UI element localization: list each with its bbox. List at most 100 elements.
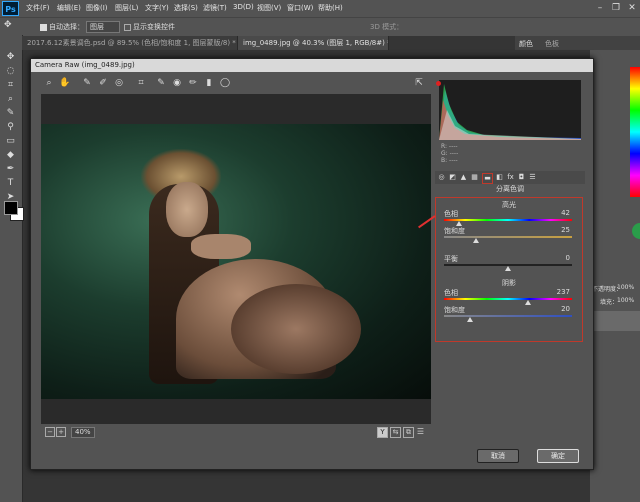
settings-toggle-icon[interactable]: ☰	[416, 427, 425, 436]
tab-color[interactable]: 颜色	[519, 39, 533, 49]
target-adjust-icon[interactable]: ◎	[113, 77, 125, 89]
crop-icon[interactable]: ⌗	[4, 79, 17, 92]
ok-button[interactable]: 确定	[537, 449, 579, 463]
highlights-saturation-value[interactable]: 25	[561, 226, 570, 234]
text-icon[interactable]: T	[4, 177, 17, 190]
zoom-level-dropdown[interactable]: 40%	[71, 427, 95, 438]
detail-icon[interactable]: ▲	[459, 173, 468, 182]
crop-icon[interactable]: ⌗	[135, 77, 147, 89]
show-transform-label: 显示变换控件	[133, 23, 175, 31]
tone-curve-icon[interactable]: ◩	[448, 173, 457, 182]
shadows-saturation-value[interactable]: 20	[561, 305, 570, 313]
tab-jpg-document[interactable]: img_0489.jpg @ 40.3% (图层 1, RGB/8#) *	[238, 36, 389, 50]
auto-select-dropdown[interactable]: 图层	[86, 21, 120, 33]
hand-icon[interactable]: ✋	[59, 77, 71, 89]
split-toning-controls: 高光 色相 42 饱和度 25 平衡 0 阴影 色相 237 饱和度 20	[435, 197, 583, 342]
zoom-out-icon[interactable]: −	[45, 427, 55, 437]
close-icon[interactable]: ✕	[624, 0, 640, 17]
color-sampler-icon[interactable]: ✐	[97, 77, 109, 89]
pen-icon[interactable]: ✒	[4, 163, 17, 176]
shadows-header: 阴影	[502, 279, 516, 287]
zoom-icon[interactable]: ⌕	[43, 77, 55, 89]
bucket-icon[interactable]: ◆	[4, 149, 17, 162]
minimize-icon[interactable]: –	[592, 0, 608, 17]
stamp-icon[interactable]: ⚲	[4, 121, 17, 134]
face-shape	[166, 182, 208, 237]
rgb-readout: R: ---- G: ---- B: ----	[441, 143, 581, 171]
brush-icon[interactable]: ✎	[4, 107, 17, 120]
copy-settings-icon[interactable]: ⧉	[403, 427, 414, 438]
eraser-icon[interactable]: ▭	[4, 135, 17, 148]
tab-psd-document[interactable]: 2017.6.12素景调色.psd @ 89.5% (色相/饱和度 1, 图层蒙…	[22, 36, 238, 50]
highlights-saturation-label: 饱和度	[444, 227, 465, 235]
cancel-button[interactable]: 取消	[477, 449, 519, 463]
menu-layer[interactable]: 图层(L)	[115, 3, 138, 13]
before-after-y-icon[interactable]: Y	[377, 427, 388, 438]
spot-removal-icon[interactable]: ✎	[155, 77, 167, 89]
menu-3d[interactable]: 3D(D)	[233, 3, 254, 11]
shadows-saturation-slider[interactable]	[444, 315, 572, 317]
opacity-value[interactable]: 100%	[617, 284, 634, 291]
hsl-icon[interactable]: ▦	[470, 173, 479, 182]
auto-select-checkbox[interactable]: 自动选择：	[40, 22, 84, 32]
balance-value[interactable]: 0	[566, 254, 570, 262]
fill-value[interactable]: 100%	[617, 297, 634, 304]
photoshop-logo: Ps	[2, 1, 19, 16]
balance-thumb[interactable]	[505, 266, 511, 271]
open-preferences-icon[interactable]: ⇱	[413, 77, 425, 89]
radial-filter-icon[interactable]: ◯	[219, 77, 231, 89]
graduated-filter-icon[interactable]: ▮	[203, 77, 215, 89]
panel-title: 分离色调	[435, 184, 585, 194]
white-balance-icon[interactable]: ✎	[81, 77, 93, 89]
adjust-brush-icon[interactable]: ✏	[187, 77, 199, 89]
camera-calibration-icon[interactable]: ◘	[517, 173, 526, 182]
menu-window[interactable]: 窗口(W)	[287, 3, 313, 13]
red-eye-icon[interactable]: ◉	[171, 77, 183, 89]
highlights-hue-slider[interactable]	[444, 219, 572, 221]
highlights-hue-label: 色相	[444, 210, 458, 218]
color-spectrum[interactable]	[630, 67, 640, 197]
menu-file[interactable]: 文件(F)	[26, 3, 50, 13]
shadows-hue-slider[interactable]	[444, 298, 572, 300]
fx-icon[interactable]: fx	[506, 173, 515, 182]
restore-icon[interactable]: ❐	[608, 0, 624, 17]
balance-label: 平衡	[444, 255, 458, 263]
move-tool-icon[interactable]: ✥	[4, 20, 12, 30]
menu-help[interactable]: 帮助(H)	[318, 3, 343, 13]
basic-icon[interactable]: ◎	[437, 173, 446, 182]
lasso-icon[interactable]: ◌	[4, 65, 17, 78]
highlights-saturation-slider[interactable]	[444, 236, 572, 238]
menu-type[interactable]: 文字(Y)	[145, 3, 169, 13]
adjustment-panel-tabs: ◎ ◩ ▲ ▦ ▬ ◧ fx ◘ ☰	[435, 171, 585, 184]
lens-icon[interactable]: ◧	[495, 173, 504, 182]
background-color-swatch[interactable]	[4, 201, 18, 215]
zoom-in-icon[interactable]: +	[56, 427, 66, 437]
menu-edit[interactable]: 编辑(E)	[57, 3, 81, 13]
checkbox-icon	[124, 23, 131, 31]
shadows-hue-value[interactable]: 237	[557, 288, 570, 296]
show-transform-checkbox[interactable]: 显示变换控件	[124, 22, 175, 32]
menu-select[interactable]: 选择(S)	[174, 3, 198, 13]
menu-filter[interactable]: 滤镜(T)	[203, 3, 227, 13]
shadow-clipping-icon[interactable]	[436, 81, 441, 86]
move-icon[interactable]: ✥	[4, 51, 17, 64]
tab-swatches[interactable]: 色板	[545, 39, 559, 49]
shadows-saturation-label: 饱和度	[444, 306, 465, 314]
hands-shape	[191, 234, 251, 259]
shadows-saturation-thumb[interactable]	[466, 317, 473, 322]
split-toning-icon[interactable]: ▬	[482, 173, 493, 184]
swap-icon[interactable]: ⇆	[390, 427, 401, 438]
g-readout: G: ----	[441, 150, 459, 157]
menu-image[interactable]: 图像(I)	[86, 3, 108, 13]
eyedropper-icon[interactable]: ⌕	[4, 93, 17, 106]
presets-icon[interactable]: ☰	[528, 173, 537, 182]
camera-raw-dialog: Camera Raw (img_0489.jpg) ⌕ ✋ ✎ ✐ ◎ ⌗ ✎ …	[30, 58, 594, 470]
fill-label: 填充：	[600, 299, 619, 306]
menu-view[interactable]: 视图(V)	[257, 3, 281, 13]
highlights-hue-value[interactable]: 42	[561, 209, 570, 217]
image-preview[interactable]	[41, 94, 431, 424]
highlights-saturation-thumb[interactable]	[473, 238, 479, 243]
menu-bar: Ps 文件(F) 编辑(E) 图像(I) 图层(L) 文字(Y) 选择(S) 滤…	[0, 0, 640, 17]
shadows-hue-thumb[interactable]	[525, 300, 532, 305]
layer-row-selected[interactable]	[590, 311, 640, 331]
